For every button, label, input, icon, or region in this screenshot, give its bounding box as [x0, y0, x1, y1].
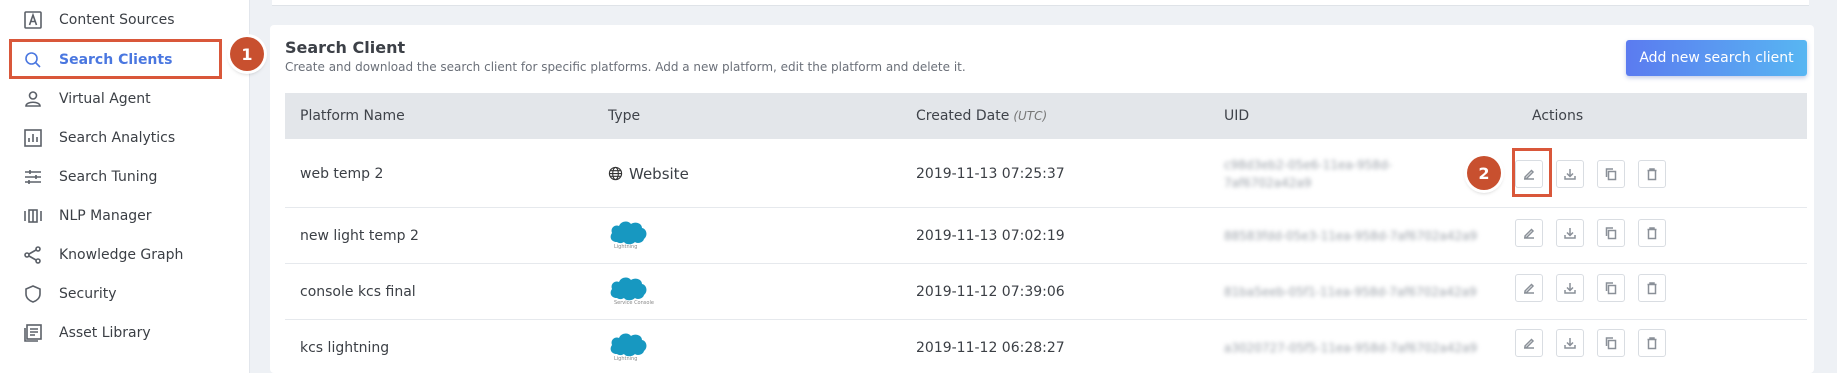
trash-icon: [1647, 168, 1657, 181]
salesforce-logo: Service Console: [608, 274, 654, 310]
sidebar-item-asset-library[interactable]: Asset Library: [0, 313, 250, 352]
header-created-date[interactable]: Created Date (UTC): [916, 93, 1047, 139]
edit-button[interactable]: [1515, 329, 1543, 357]
copy-icon: [1605, 168, 1617, 181]
created-date: 2019-11-12 06:28:27: [916, 340, 1065, 356]
uid-value: c98d3eb2-05e6-11ea-958d-7af6702a42a9: [1224, 157, 1392, 190]
sidebar-item-label: Search Tuning: [59, 168, 158, 185]
delete-button[interactable]: [1638, 274, 1666, 302]
created-date: 2019-11-12 07:39:06: [916, 283, 1065, 300]
shield-icon: [22, 283, 44, 305]
page-subtitle: Create and download the search client fo…: [285, 60, 966, 74]
uid-value: a3020727-05f5-11ea-958d-7af6702a42a9: [1224, 341, 1478, 355]
analytics-icon: [22, 127, 44, 149]
user-icon: [22, 88, 44, 110]
salesforce-logo: Lightning: [608, 218, 654, 254]
add-search-client-button[interactable]: Add new search client: [1626, 40, 1807, 76]
header-platform-name[interactable]: Platform Name: [300, 93, 405, 139]
edit-button[interactable]: [1515, 219, 1543, 247]
edit-icon: [1524, 338, 1535, 349]
globe-icon: [608, 166, 623, 181]
platform-name: console kcs final: [300, 283, 416, 300]
created-date: 2019-11-13 07:25:37: [916, 165, 1065, 182]
trash-icon: [1647, 337, 1657, 350]
platform-type-label: Website: [629, 164, 689, 183]
nlp-icon: [22, 205, 44, 227]
uid-value: 81ba5eeb-05f1-11ea-958d-7af6702a42a9: [1224, 284, 1477, 299]
sidebar-item-label: Search Analytics: [59, 129, 176, 146]
callout-highlight-search-clients: [9, 39, 222, 79]
edit-icon: [1524, 228, 1535, 239]
sidebar-item-label: NLP Manager: [59, 207, 152, 224]
download-button[interactable]: [1556, 219, 1584, 247]
platform-type: Service Console: [608, 264, 654, 319]
copy-icon: [1605, 227, 1617, 240]
callout-badge-1: 1: [230, 37, 264, 71]
copy-button[interactable]: [1597, 160, 1625, 188]
edit-icon: [1524, 283, 1535, 294]
salesforce-logo-caption: Lightning: [614, 243, 638, 250]
header-created-date-label: Created Date: [916, 108, 1010, 124]
platform-type: Lightning: [608, 208, 654, 263]
delete-button[interactable]: [1638, 160, 1666, 188]
sidebar-item-label: Asset Library: [59, 324, 151, 341]
download-button[interactable]: [1556, 329, 1584, 357]
download-icon: [1564, 283, 1576, 294]
page-title: Search Client: [285, 38, 406, 57]
sidebar-item-search-analytics[interactable]: Search Analytics: [0, 118, 250, 157]
header-type[interactable]: Type: [608, 93, 640, 139]
sidebar-item-label: Security: [59, 285, 117, 302]
download-icon: [1564, 169, 1576, 180]
callout-highlight-edit: [1512, 148, 1552, 197]
sidebar-item-security[interactable]: Security: [0, 274, 250, 313]
copy-button[interactable]: [1597, 329, 1625, 357]
library-icon: [22, 322, 44, 344]
header-uid: UID: [1224, 108, 1250, 124]
delete-button[interactable]: [1638, 219, 1666, 247]
sidebar-item-nlp-manager[interactable]: NLP Manager: [0, 196, 250, 235]
trash-icon: [1647, 227, 1657, 240]
content-sources-icon: [22, 9, 44, 31]
delete-button[interactable]: [1638, 329, 1666, 357]
platform-type: Lightning: [608, 320, 654, 373]
copy-icon: [1605, 337, 1617, 350]
edit-button[interactable]: [1515, 274, 1543, 302]
salesforce-logo-caption: Service Console: [614, 299, 654, 306]
platform-name: web temp 2: [300, 165, 384, 182]
table-header: Platform Name Type Created Date (UTC) UI…: [285, 93, 1807, 139]
download-button[interactable]: [1556, 160, 1584, 188]
header-actions: Actions: [1532, 108, 1584, 124]
copy-icon: [1605, 282, 1617, 295]
sidebar-item-label: Virtual Agent: [59, 90, 151, 107]
header-created-date-suffix: (UTC): [1013, 109, 1048, 123]
share-icon: [22, 244, 44, 266]
platform-name: new light temp 2: [300, 227, 419, 244]
sidebar-item-label: Content Sources: [59, 11, 175, 28]
sidebar-item-search-tuning[interactable]: Search Tuning: [0, 157, 250, 196]
platform-name: kcs lightning: [300, 340, 390, 356]
platform-type: Website: [608, 140, 689, 207]
download-icon: [1564, 228, 1576, 239]
copy-button[interactable]: [1597, 274, 1625, 302]
tuning-icon: [22, 166, 44, 188]
callout-badge-2: 2: [1467, 156, 1501, 190]
salesforce-logo: Lightning: [608, 330, 654, 366]
trash-icon: [1647, 282, 1657, 295]
sidebar-item-label: Knowledge Graph: [59, 246, 184, 263]
download-icon: [1564, 338, 1576, 349]
copy-button[interactable]: [1597, 219, 1625, 247]
download-button[interactable]: [1556, 274, 1584, 302]
sidebar-item-knowledge-graph[interactable]: Knowledge Graph: [0, 235, 250, 274]
sidebar-item-virtual-agent[interactable]: Virtual Agent: [0, 79, 250, 118]
uid-value: 88583fdd-05e3-11ea-958d-7af6702a42a9: [1224, 228, 1478, 243]
sidebar-item-content-sources[interactable]: Content Sources: [0, 0, 250, 39]
created-date: 2019-11-13 07:02:19: [916, 227, 1065, 244]
top-strip: [272, 0, 1809, 6]
salesforce-logo-caption: Lightning: [614, 356, 638, 362]
